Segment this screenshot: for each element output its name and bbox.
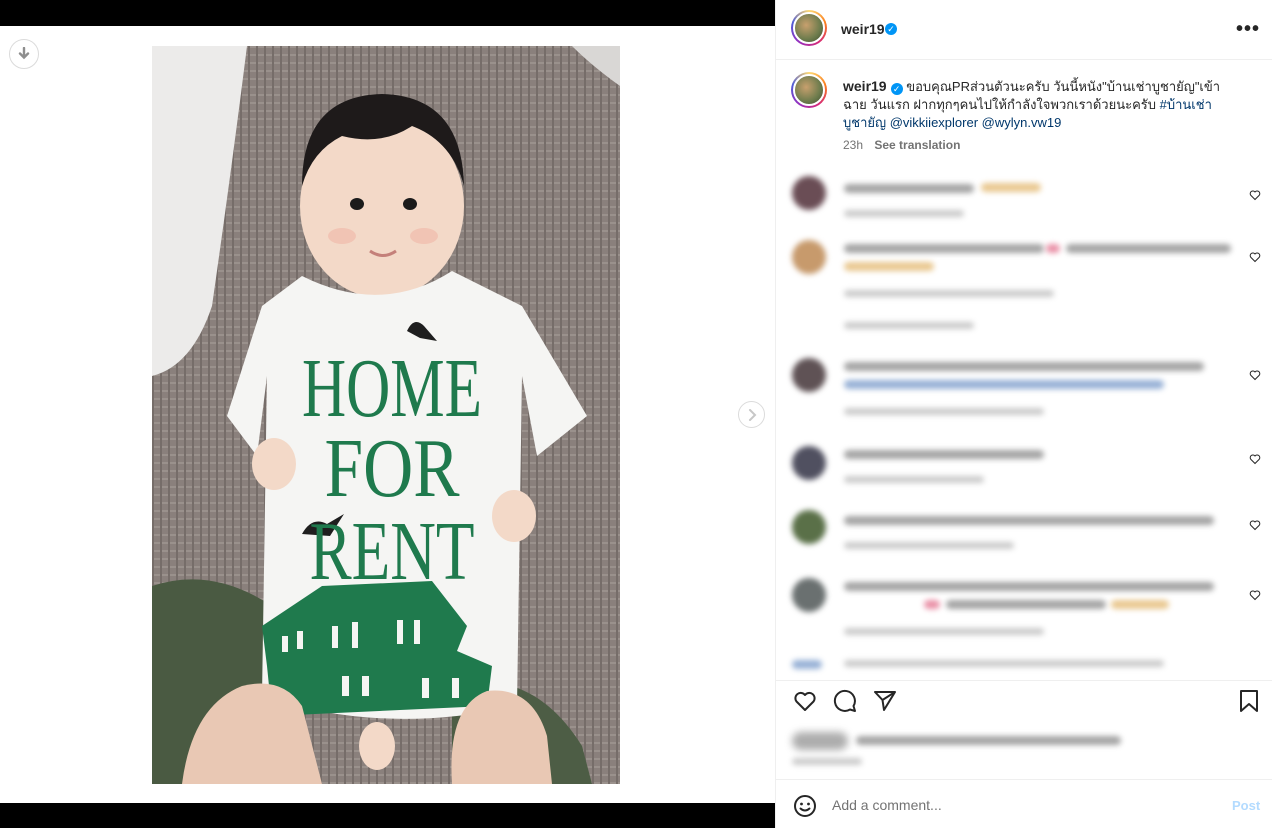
media-area: HOME FOR RENT bbox=[0, 26, 775, 803]
comment-composer: Add a comment... Post bbox=[776, 779, 1272, 828]
comment-input[interactable]: Add a comment... bbox=[832, 797, 942, 813]
emoji-icon[interactable] bbox=[793, 794, 817, 818]
shirt-text-line2: FOR bbox=[325, 422, 460, 515]
comment-item bbox=[776, 172, 1272, 232]
see-translation-button[interactable]: See translation bbox=[874, 138, 960, 152]
post-time: 23h bbox=[843, 138, 864, 152]
verified-badge-icon: ✓ bbox=[885, 23, 897, 35]
comment-item bbox=[776, 572, 1272, 652]
comment-item bbox=[776, 440, 1272, 500]
heart-icon[interactable] bbox=[1249, 589, 1261, 601]
heart-icon[interactable] bbox=[1249, 453, 1261, 465]
heart-icon[interactable] bbox=[793, 689, 817, 713]
verified-badge-icon: ✓ bbox=[890, 83, 903, 95]
next-photo-button[interactable] bbox=[738, 401, 765, 428]
post-header: weir19 ✓ ••• bbox=[776, 0, 1272, 60]
heart-icon[interactable] bbox=[1249, 519, 1261, 531]
post-side-panel: weir19 ✓ ••• weir19 ✓ ขอบคุณPRส่วนตัวนะคร… bbox=[775, 0, 1272, 828]
heart-icon[interactable] bbox=[1249, 189, 1261, 201]
comment-item bbox=[776, 506, 1272, 566]
caption-avatar[interactable] bbox=[791, 72, 827, 108]
mention-link[interactable]: @vikkiiexplorer bbox=[890, 115, 978, 130]
comments-list[interactable] bbox=[776, 168, 1272, 680]
instagram-post-modal: HOME FOR RENT weir19 ✓ ••• weir19 ✓ ขอบค… bbox=[0, 0, 1272, 828]
likes-summary bbox=[776, 720, 1272, 778]
comment-item bbox=[776, 234, 1272, 344]
post-photo: HOME FOR RENT bbox=[152, 46, 620, 784]
chevron-right-icon bbox=[748, 408, 756, 421]
download-icon bbox=[18, 47, 30, 60]
bookmark-icon[interactable] bbox=[1238, 689, 1260, 713]
caption-username[interactable]: weir19 bbox=[843, 78, 887, 94]
mention-link[interactable]: @wylyn.vw19 bbox=[982, 115, 1062, 130]
more-horizontal-icon[interactable]: ••• bbox=[1236, 18, 1260, 41]
comment-item bbox=[776, 352, 1272, 432]
download-button[interactable] bbox=[9, 39, 39, 69]
heart-icon[interactable] bbox=[1249, 251, 1261, 263]
caption-text: weir19 ✓ ขอบคุณPRส่วนตัวนะครับ วันนี้หนัง… bbox=[843, 77, 1243, 132]
comment-item bbox=[776, 656, 1272, 680]
post-comment-button[interactable]: Post bbox=[1232, 798, 1260, 813]
send-icon[interactable] bbox=[873, 689, 897, 713]
caption-meta: 23h See translation bbox=[843, 138, 960, 152]
comment-icon[interactable] bbox=[833, 689, 857, 713]
post-caption: weir19 ✓ ขอบคุณPRส่วนตัวนะครับ วันนี้หนัง… bbox=[776, 60, 1272, 168]
heart-icon[interactable] bbox=[1249, 369, 1261, 381]
header-username[interactable]: weir19 bbox=[841, 21, 885, 37]
media-pane: HOME FOR RENT bbox=[0, 0, 775, 828]
caption-body-2: วันแรก ฝากทุกๆคนไปให้กำลังใจพวกเราด้วยนะ… bbox=[870, 97, 1157, 112]
action-bar bbox=[776, 680, 1272, 720]
avatar[interactable] bbox=[791, 10, 827, 46]
